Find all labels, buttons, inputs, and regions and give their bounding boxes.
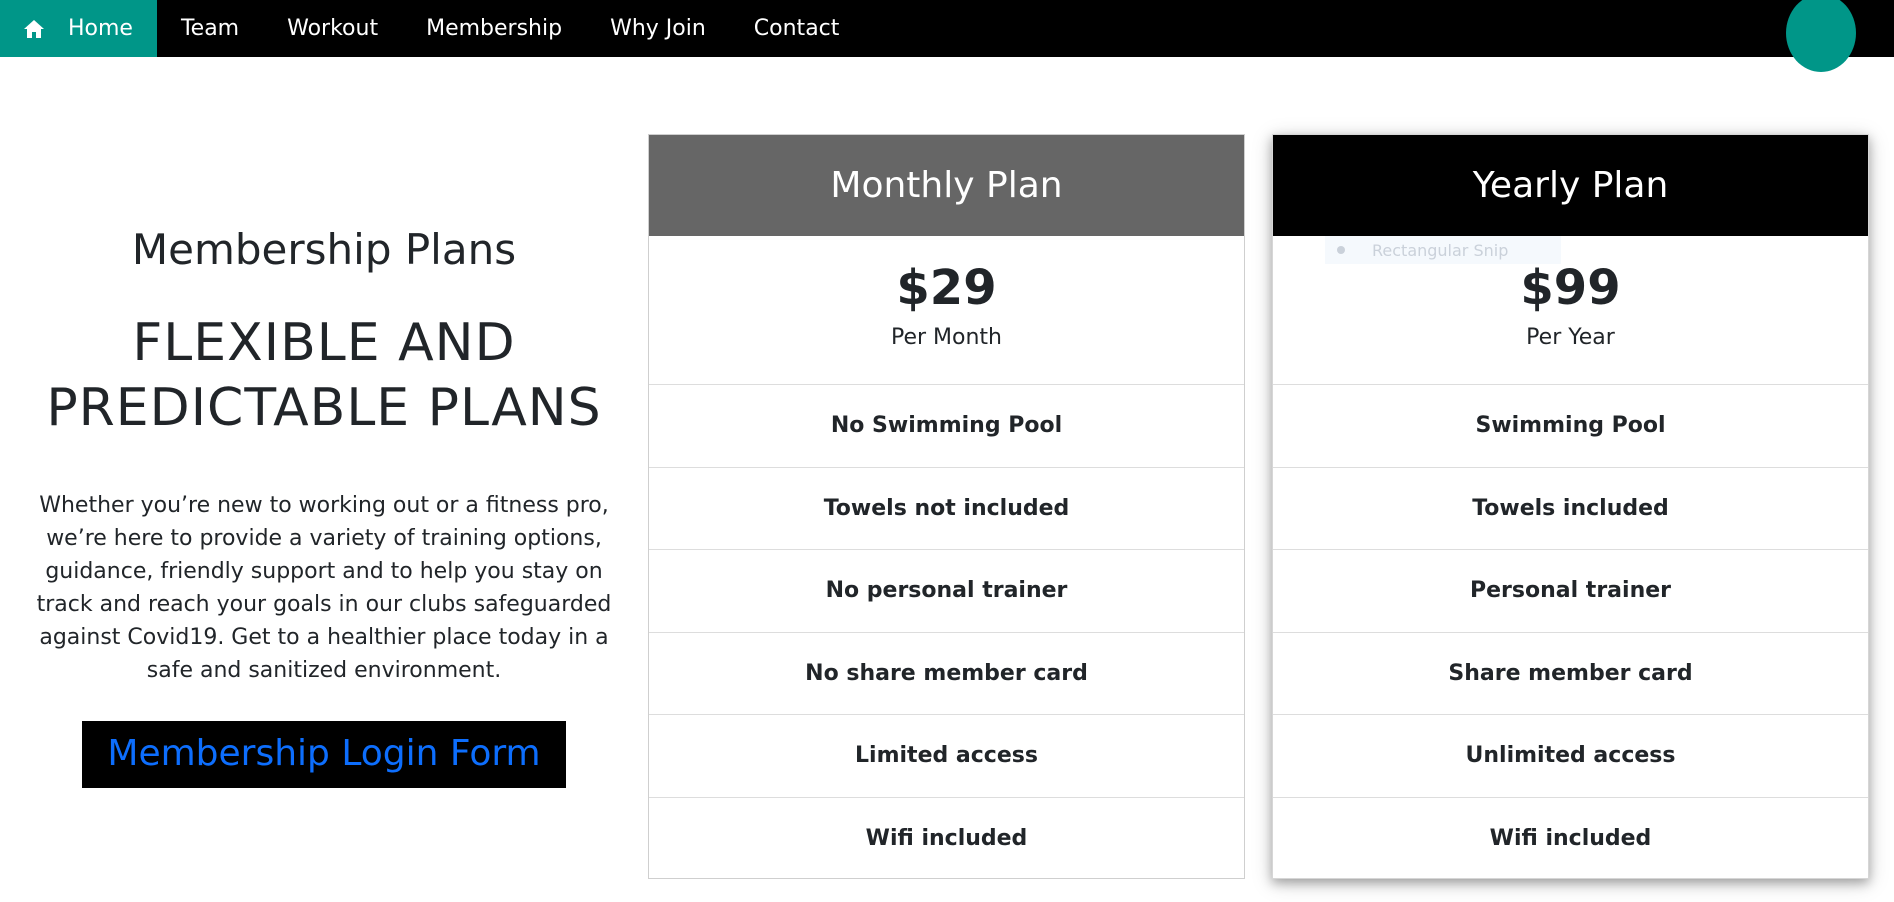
monthly-feature: No share member card [649, 633, 1244, 715]
nav-item-membership-label: Membership [426, 16, 563, 41]
monthly-plan-header: Monthly Plan [649, 135, 1244, 236]
nav-item-why-join[interactable]: Why Join [586, 0, 730, 57]
snip-label: Rectangular Snip [1372, 240, 1509, 260]
nav-item-contact-label: Contact [753, 16, 840, 41]
nav-item-membership[interactable]: Membership [402, 0, 586, 57]
yearly-feature: Personal trainer [1273, 550, 1868, 633]
monthly-price: $29 [896, 260, 997, 316]
yearly-plan-header: Yearly Plan [1273, 135, 1868, 236]
nav-item-team[interactable]: Team [157, 0, 263, 57]
home-icon [24, 19, 44, 38]
intro-description: Whether you’re new to working out or a f… [36, 493, 612, 684]
yearly-feature: Towels included [1273, 468, 1868, 550]
rectangular-snip-overlay: Rectangular Snip [1325, 236, 1561, 264]
monthly-feature: Wifi included [865, 826, 1028, 852]
headline: FLEXIBLE AND PREDICTABLE PLANS [46, 313, 602, 439]
yearly-feature: Share member card [1273, 633, 1868, 715]
snip-radio-icon [1337, 246, 1345, 254]
monthly-plan-card: Monthly Plan $29 Per Month No Swimming P… [648, 134, 1245, 879]
floating-action-button[interactable] [1786, 0, 1856, 72]
nav-item-contact[interactable]: Contact [730, 0, 864, 57]
yearly-price-period: Per Year [1526, 324, 1615, 350]
nav-item-team-label: Team [180, 16, 240, 41]
monthly-feature: No Swimming Pool [649, 385, 1244, 468]
nav-item-home-label: Home [68, 16, 133, 41]
monthly-feature: Towels not included [649, 468, 1244, 550]
yearly-price: $99 [1520, 260, 1621, 316]
yearly-feature: Wifi included [1489, 826, 1652, 852]
nav-item-why-join-label: Why Join [610, 16, 706, 41]
yearly-feature: Unlimited access [1273, 715, 1868, 798]
yearly-plan-card: Yearly Plan Rectangular Snip $99 Per Yea… [1272, 134, 1869, 879]
nav-item-workout-label: Workout [287, 16, 379, 41]
membership-login-button[interactable]: Membership Login Form [82, 721, 566, 789]
yearly-price-block: Rectangular Snip $99 Per Year [1273, 236, 1868, 385]
nav-item-workout[interactable]: Workout [263, 0, 402, 57]
monthly-feature: No personal trainer [649, 550, 1244, 633]
monthly-feature: Limited access [649, 715, 1244, 798]
monthly-price-block: $29 Per Month [649, 236, 1244, 385]
membership-intro: Membership Plans FLEXIBLE AND PREDICTABL… [20, 225, 628, 789]
top-navbar: Home Team Workout Membership Why Join Co… [0, 0, 1894, 57]
monthly-price-period: Per Month [890, 324, 1002, 350]
nav-item-home[interactable]: Home [0, 0, 157, 57]
section-title: Membership Plans [131, 225, 517, 274]
yearly-feature: Swimming Pool [1273, 385, 1868, 468]
